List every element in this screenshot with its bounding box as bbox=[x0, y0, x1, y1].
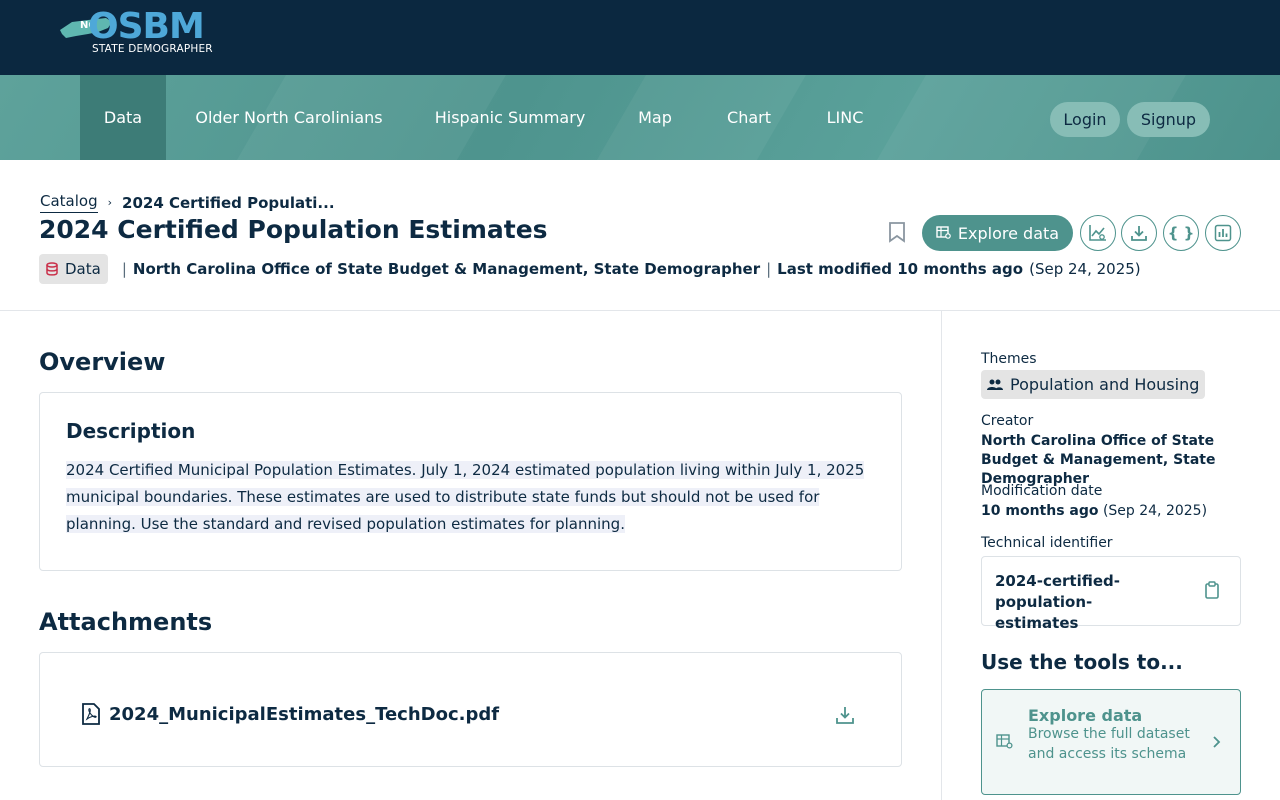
osbm-logo[interactable]: NC OSBM STATE DEMOGRAPHER bbox=[58, 6, 228, 64]
dataset-last-modified: Last modified 10 months ago bbox=[777, 260, 1024, 278]
top-header: NC OSBM STATE DEMOGRAPHER bbox=[0, 0, 1280, 75]
description-text: 2024 Certified Municipal Population Esti… bbox=[66, 461, 865, 533]
description-heading: Description bbox=[66, 419, 196, 443]
visualize-button[interactable] bbox=[1205, 215, 1241, 251]
people-icon bbox=[987, 379, 1003, 390]
breadcrumb-current: 2024 Certified Populati... bbox=[122, 193, 335, 212]
themes-label: Themes bbox=[981, 351, 1037, 367]
theme-chip[interactable]: Population and Housing bbox=[981, 370, 1206, 399]
nav-chart[interactable]: Chart bbox=[710, 75, 788, 160]
pdf-file-icon bbox=[82, 703, 100, 725]
database-icon bbox=[46, 262, 58, 276]
page-title: 2024 Certified Population Estimates bbox=[39, 215, 548, 244]
sidebar-divider bbox=[941, 311, 942, 800]
explore-data-tool-card[interactable]: Explore data Browse the full dataset and… bbox=[981, 689, 1241, 795]
explore-data-label: Explore data bbox=[957, 223, 1060, 243]
login-button[interactable]: Login bbox=[1050, 102, 1120, 137]
dataset-type-label: Data bbox=[65, 260, 101, 278]
nav-data[interactable]: Data bbox=[80, 75, 166, 160]
attachments-heading: Attachments bbox=[39, 608, 213, 636]
meta-separator: | bbox=[121, 260, 127, 278]
attachment-download-icon[interactable] bbox=[835, 705, 855, 729]
breadcrumb-catalog-link[interactable]: Catalog bbox=[40, 192, 98, 213]
nav-linc[interactable]: LINC bbox=[808, 75, 882, 160]
creator-label: Creator bbox=[981, 413, 1034, 429]
attachment-name[interactable]: 2024_MunicipalEstimates_TechDoc.pdf bbox=[109, 704, 499, 725]
download-icon bbox=[1131, 226, 1147, 241]
nav-hispanic-summary[interactable]: Hispanic Summary bbox=[418, 75, 602, 160]
tools-heading: Use the tools to... bbox=[981, 650, 1183, 674]
dataset-last-modified-date: (Sep 24, 2025) bbox=[1029, 260, 1141, 278]
technical-identifier-box: 2024-certified-population-estimates bbox=[981, 556, 1241, 632]
analyze-chart-button[interactable] bbox=[1080, 215, 1116, 251]
attachments-card: 2024_MunicipalEstimates_TechDoc.pdf bbox=[39, 652, 902, 767]
chevron-right-icon bbox=[1211, 734, 1221, 753]
overview-heading: Overview bbox=[39, 348, 166, 376]
description-card: Description 2024 Certified Municipal Pop… bbox=[39, 392, 902, 571]
modification-date-value: 10 months ago (Sep 24, 2025) bbox=[981, 503, 1208, 519]
breadcrumb: Catalog › 2024 Certified Populati... bbox=[40, 192, 335, 213]
chart-line-icon bbox=[1089, 225, 1106, 241]
signup-button[interactable]: Signup bbox=[1127, 102, 1210, 137]
tool-name: Explore data bbox=[1028, 706, 1143, 725]
technical-identifier-value: 2024-certified-population-estimates bbox=[995, 572, 1121, 632]
creator-value: North Carolina Office of State Budget & … bbox=[981, 433, 1216, 487]
table-search-icon bbox=[996, 734, 1014, 754]
dataset-type-badge: Data bbox=[39, 254, 108, 284]
tool-description: Browse the full dataset and access its s… bbox=[1028, 726, 1190, 762]
attachment-item[interactable]: 2024_MunicipalEstimates_TechDoc.pdf bbox=[81, 703, 499, 725]
theme-label: Population and Housing bbox=[1010, 375, 1200, 394]
technical-identifier-label: Technical identifier bbox=[981, 535, 1113, 551]
modification-date-label: Modification date bbox=[981, 483, 1103, 499]
logo-brand: OSBM bbox=[88, 6, 205, 47]
chart-bar-icon bbox=[1214, 224, 1232, 242]
table-search-icon bbox=[936, 226, 951, 239]
download-button[interactable] bbox=[1121, 215, 1157, 251]
api-braces-icon: { } bbox=[1167, 224, 1195, 242]
logo-subtitle: STATE DEMOGRAPHER bbox=[92, 43, 213, 55]
main-navbar: Data Older North Carolinians Hispanic Su… bbox=[0, 75, 1280, 160]
nav-map[interactable]: Map bbox=[620, 75, 690, 160]
dataset-publisher: North Carolina Office of State Budget & … bbox=[132, 260, 761, 278]
clipboard-copy-icon[interactable] bbox=[1204, 581, 1220, 603]
meta-separator: | bbox=[766, 260, 772, 278]
bookmark-icon[interactable] bbox=[887, 221, 907, 247]
dataset-meta: Data | North Carolina Office of State Bu… bbox=[39, 254, 1141, 284]
header-divider bbox=[0, 310, 1280, 311]
api-button[interactable]: { } bbox=[1163, 215, 1199, 251]
explore-data-button[interactable]: Explore data bbox=[922, 215, 1073, 251]
chevron-right-icon: › bbox=[107, 196, 113, 209]
nav-older-north-carolinians[interactable]: Older North Carolinians bbox=[175, 75, 403, 160]
